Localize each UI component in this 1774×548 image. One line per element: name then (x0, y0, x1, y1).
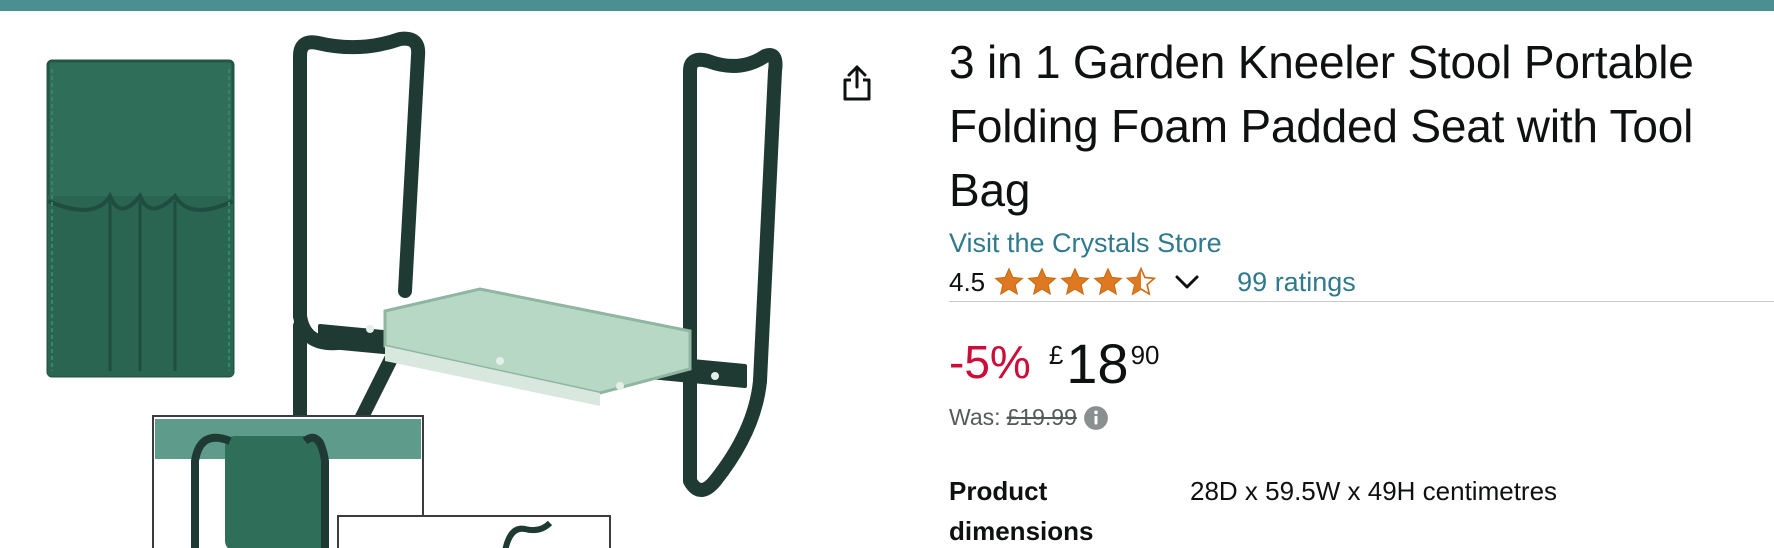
spec-label-product-dimensions: Product dimensions (949, 476, 1094, 546)
product-main-image[interactable] (0, 11, 830, 548)
currency-symbol: £ (1048, 340, 1064, 370)
price-whole: 18 (1066, 332, 1129, 395)
top-accent-bar (0, 0, 1774, 11)
rating-row: 4.5 99 ratings (949, 262, 1774, 302)
was-price: £19.99 (1006, 404, 1077, 430)
spec-value-product-dimensions: 28D x 59.5W x 49H centimetres (1190, 476, 1558, 506)
tool-bag-image (46, 59, 235, 378)
product-title: 3 in 1 Garden Kneeler Stool Portable Fol… (949, 36, 1694, 216)
star-icon (1027, 267, 1057, 296)
product-image-gallery[interactable] (0, 11, 830, 548)
star-rating[interactable] (993, 266, 1158, 298)
star-icon (1060, 267, 1090, 296)
price-fraction: 90 (1130, 340, 1160, 370)
thumbnail-2[interactable] (337, 515, 611, 548)
section-divider (949, 301, 1774, 302)
info-icon[interactable] (1083, 405, 1109, 431)
rating-dropdown-button[interactable] (1172, 267, 1202, 297)
star-half-icon (1125, 266, 1157, 296)
was-label: Was: (949, 404, 1001, 430)
foam-cushion-image (366, 287, 719, 406)
discount-percent: -5% (949, 336, 1031, 388)
was-price-row: Was: £19.99 (949, 404, 1109, 431)
rating-value: 4.5 (949, 266, 986, 297)
price-block: -5% £ 18 90 (949, 332, 1160, 396)
share-icon (843, 65, 871, 101)
ratings-count-link[interactable]: 99 ratings (1237, 267, 1356, 298)
share-button[interactable] (836, 58, 878, 108)
store-link[interactable]: Visit the Crystals Store (949, 226, 1774, 260)
star-icon (994, 267, 1024, 296)
chevron-down-icon (1175, 275, 1199, 289)
product-details: 3 in 1 Garden Kneeler Stool Portable Fol… (949, 30, 1774, 302)
star-icon (1093, 267, 1123, 296)
